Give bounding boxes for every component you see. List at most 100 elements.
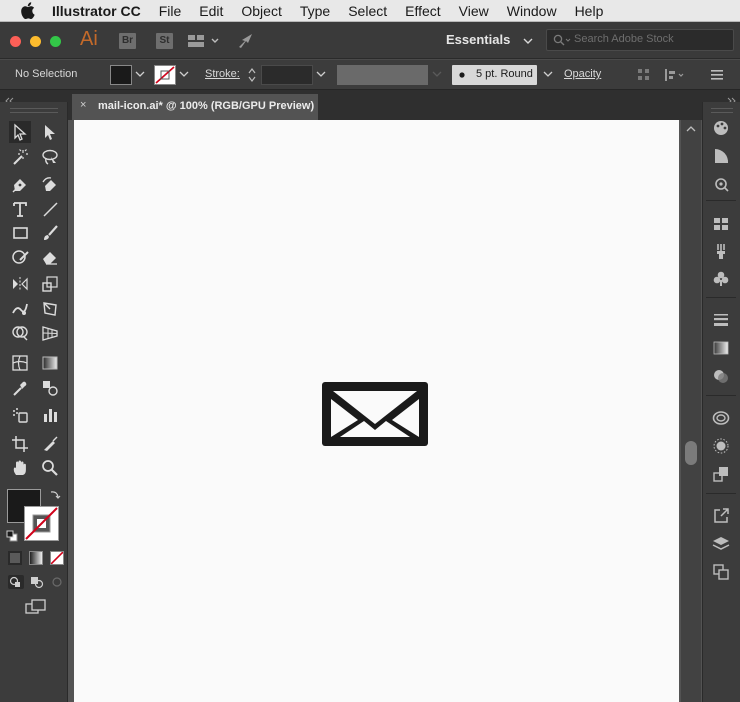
fill-color-swatch[interactable] — [110, 65, 132, 85]
export-panel-icon[interactable] — [710, 505, 732, 527]
stroke-panel-icon[interactable] — [710, 309, 732, 331]
image-trace-panel-icon[interactable] — [710, 173, 732, 195]
stroke-label[interactable]: Stroke: — [205, 68, 240, 80]
hand-tool-icon[interactable] — [9, 457, 31, 479]
chevron-down-icon[interactable] — [135, 70, 145, 80]
arrange-documents-icon[interactable] — [188, 33, 220, 54]
color-panel-icon[interactable] — [710, 117, 732, 139]
draw-inside-icon[interactable] — [50, 575, 64, 594]
default-fill-stroke-icon[interactable] — [6, 529, 18, 547]
zoom-window-button[interactable] — [50, 36, 61, 47]
type-tool-icon[interactable] — [9, 198, 31, 220]
illustrator-logo: Ai — [80, 28, 98, 50]
chevron-down-icon — [432, 70, 442, 80]
rectangle-tool-icon[interactable] — [9, 222, 31, 244]
symbol-sprayer-tool-icon[interactable] — [9, 404, 31, 426]
gradient-panel-icon[interactable] — [710, 337, 732, 359]
swap-fill-stroke-icon[interactable] — [49, 488, 61, 506]
scroll-up-icon — [686, 126, 696, 132]
mail-envelope-icon[interactable] — [320, 380, 430, 448]
lasso-tool-icon[interactable] — [39, 146, 61, 168]
scrollbar-thumb[interactable] — [685, 441, 697, 465]
selection-tool-icon[interactable] — [9, 121, 31, 143]
appearance-panel-icon[interactable] — [710, 435, 732, 457]
transform-icon[interactable] — [664, 67, 686, 88]
minimize-window-button[interactable] — [30, 36, 41, 47]
menu-select[interactable]: Select — [339, 3, 396, 19]
align-icon[interactable] — [636, 67, 652, 88]
column-graph-tool-icon[interactable] — [39, 404, 61, 426]
stroke-weight-input[interactable] — [261, 65, 313, 85]
stock-button[interactable]: St — [156, 33, 173, 49]
menu-view[interactable]: View — [450, 3, 498, 19]
brush-definition-dropdown[interactable]: 5 pt. Round — [452, 65, 537, 85]
menu-edit[interactable]: Edit — [190, 3, 232, 19]
warp-tool-icon[interactable] — [9, 298, 31, 320]
none-mode-icon[interactable] — [50, 551, 64, 565]
close-icon[interactable]: × — [80, 99, 86, 111]
panel-grip[interactable] — [10, 108, 58, 113]
eraser-tool-icon[interactable] — [39, 246, 61, 268]
change-screen-mode-icon[interactable] — [24, 598, 48, 621]
stroke-weight-stepper[interactable] — [247, 65, 257, 85]
chevron-down-icon[interactable] — [543, 70, 553, 80]
mesh-tool-icon[interactable] — [9, 352, 31, 374]
gradient-mode-icon[interactable] — [29, 551, 43, 565]
opacity-label[interactable]: Opacity — [564, 68, 601, 80]
variable-width-profile[interactable] — [337, 65, 428, 85]
menu-type[interactable]: Type — [291, 3, 339, 19]
stroke-color-swatch[interactable] — [154, 65, 176, 85]
workspace-switcher[interactable]: Essentials — [446, 32, 534, 47]
search-stock-field[interactable]: Search Adobe Stock — [546, 29, 734, 51]
scale-tool-icon[interactable] — [39, 273, 61, 295]
artboard[interactable] — [74, 120, 679, 702]
shape-builder-tool-icon[interactable] — [9, 322, 31, 344]
menu-object[interactable]: Object — [232, 3, 290, 19]
gpu-performance-icon[interactable] — [236, 31, 256, 56]
document-tab-strip: × mail-icon.ai* @ 100% (RGB/GPU Preview) — [0, 90, 740, 120]
menu-file[interactable]: File — [150, 3, 191, 19]
eyedropper-tool-icon[interactable] — [9, 377, 31, 399]
menu-help[interactable]: Help — [566, 3, 613, 19]
libraries-panel-icon[interactable] — [710, 407, 732, 429]
brushes-panel-icon[interactable] — [710, 240, 732, 262]
menu-effect[interactable]: Effect — [396, 3, 450, 19]
line-segment-tool-icon[interactable] — [39, 198, 61, 220]
layers-panel-icon[interactable] — [710, 533, 732, 555]
transparency-panel-icon[interactable] — [710, 365, 732, 387]
perspective-grid-tool-icon[interactable] — [39, 322, 61, 344]
vertical-scrollbar[interactable] — [681, 120, 701, 702]
pen-tool-icon[interactable] — [9, 174, 31, 196]
reflect-tool-icon[interactable] — [9, 273, 31, 295]
shaper-tool-icon[interactable] — [9, 246, 31, 268]
chevron-down-icon[interactable] — [316, 70, 326, 80]
artboards-panel-icon[interactable] — [710, 561, 732, 583]
close-window-button[interactable] — [10, 36, 21, 47]
draw-behind-icon[interactable] — [29, 575, 45, 594]
direct-selection-tool-icon[interactable] — [39, 121, 61, 143]
tab-document[interactable]: × mail-icon.ai* @ 100% (RGB/GPU Preview) — [72, 94, 318, 120]
draw-normal-icon[interactable] — [8, 575, 24, 589]
curvature-tool-icon[interactable] — [39, 174, 61, 196]
paintbrush-tool-icon[interactable] — [39, 222, 61, 244]
magic-wand-tool-icon[interactable] — [9, 146, 31, 168]
apple-icon[interactable] — [20, 2, 40, 19]
menu-window[interactable]: Window — [498, 3, 566, 19]
free-transform-tool-icon[interactable] — [39, 298, 61, 320]
zoom-tool-icon[interactable] — [39, 457, 61, 479]
graphic-styles-panel-icon[interactable] — [710, 463, 732, 485]
artboard-tool-icon[interactable] — [9, 433, 31, 455]
chevron-down-icon[interactable] — [179, 70, 189, 80]
color-guide-panel-icon[interactable] — [710, 145, 732, 167]
panel-grip[interactable] — [711, 108, 733, 113]
gradient-tool-icon[interactable] — [39, 352, 61, 374]
stroke-swatch[interactable] — [24, 506, 59, 541]
panel-menu-icon[interactable] — [710, 68, 724, 87]
symbols-panel-icon[interactable] — [710, 268, 732, 290]
swatches-panel-icon[interactable] — [710, 213, 732, 235]
blend-tool-icon[interactable] — [39, 377, 61, 399]
bridge-button[interactable]: Br — [119, 33, 136, 49]
slice-tool-icon[interactable] — [39, 433, 61, 455]
color-mode-icon[interactable] — [8, 551, 22, 565]
menu-app-name[interactable]: Illustrator CC — [40, 3, 150, 19]
